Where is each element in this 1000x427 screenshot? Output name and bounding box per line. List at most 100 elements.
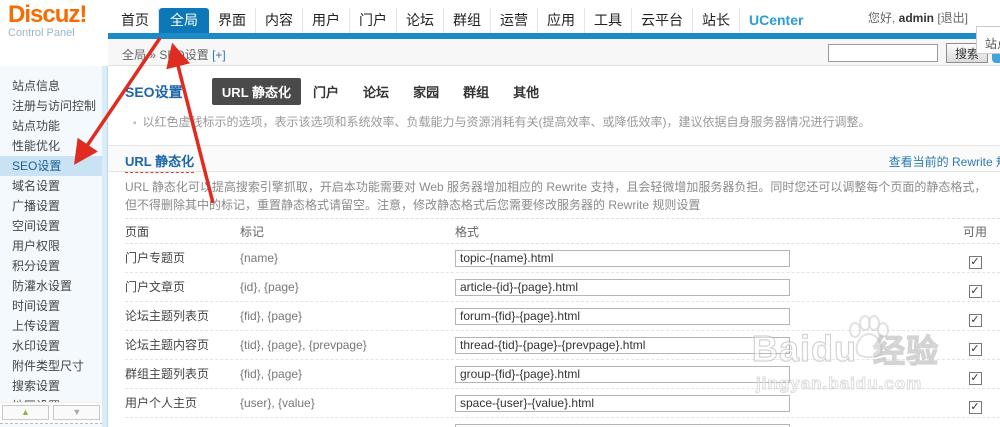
tab-家园[interactable]: 家园 [401, 78, 451, 105]
section-title: URL 静态化 [125, 151, 195, 173]
sidebar-item-空间设置[interactable]: 空间设置 [0, 216, 103, 236]
format-input[interactable] [455, 394, 790, 412]
sidebar-item-域名设置[interactable]: 域名设置 [0, 176, 103, 196]
tags-label: {name} [240, 251, 279, 265]
breadcrumb-expand-link[interactable]: [+] [212, 48, 226, 62]
table-row-partial [125, 418, 1000, 427]
scroll-down-button[interactable]: ▼ [53, 405, 101, 420]
sidebar-item-搜索设置[interactable]: 搜索设置 [0, 376, 103, 396]
topnav-item-站长[interactable]: 站长 [693, 8, 740, 33]
tags-label: {tid}, {page}, {prevpage} [240, 338, 367, 352]
topnav-item-UCenter[interactable]: UCenter [740, 8, 812, 33]
page-label: 论坛主题列表页 [125, 309, 210, 323]
tags-label: {fid}, {page} [240, 367, 303, 381]
format-input[interactable] [455, 249, 790, 267]
sidebar-item-注册与访问控制[interactable]: 注册与访问控制 [0, 96, 103, 116]
sidebar-item-广播设置[interactable]: 广播设置 [0, 196, 103, 216]
sidebar-item-站点功能[interactable]: 站点功能 [0, 116, 103, 136]
table-row: 群组主题列表页 {fid}, {page} ✓ [125, 360, 1000, 389]
logout-link[interactable]: [退出] [937, 11, 968, 25]
tab-群组[interactable]: 群组 [451, 78, 501, 105]
breadcrumb-page: SEO设置 [159, 48, 209, 62]
table-row: 论坛主题内容页 {tid}, {page}, {prevpage} ✓ [125, 331, 1000, 360]
bullet-icon: ▪ [133, 118, 137, 129]
sidebar-pager: ▲ ▼ [0, 402, 103, 424]
topnav-item-云平台[interactable]: 云平台 [632, 8, 693, 33]
sidebar-item-用户权限[interactable]: 用户权限 [0, 236, 103, 256]
topnav-item-工具[interactable]: 工具 [585, 8, 632, 33]
page-label: 用户个人主页 [125, 396, 198, 410]
sidebar-item-性能优化[interactable]: 性能优化 [0, 136, 103, 156]
format-input[interactable] [455, 336, 790, 354]
page-label: 门户专题页 [125, 251, 186, 265]
enabled-checkbox[interactable]: ✓ [968, 256, 982, 269]
topnav-item-内容[interactable]: 内容 [256, 8, 303, 33]
tab-论坛[interactable]: 论坛 [351, 78, 401, 105]
page-label: 群组主题列表页 [125, 367, 210, 381]
enabled-checkbox[interactable]: ✓ [968, 372, 982, 385]
up-arrow-icon: ▲ [21, 407, 30, 417]
table-row: 门户文章页 {id}, {page} ✓ [125, 273, 1000, 302]
tab-URL 静态化[interactable]: URL 静态化 [211, 78, 302, 105]
tags-label: {id}, {page} [240, 280, 299, 294]
greeting-label: 您好, [867, 11, 896, 25]
sidebar-item-上传设置[interactable]: 上传设置 [0, 316, 103, 336]
format-input-partial[interactable] [455, 423, 790, 427]
top-navigation: 首页 全局 界面 内容 用户 门户 论坛 群组 运营 应用 工具 云平台 站长 UCenter [112, 8, 812, 39]
tab-门户[interactable]: 门户 [301, 78, 351, 105]
seo-tabs: URL 静态化 门户 论坛 家园 群组 其他 [211, 78, 551, 105]
format-input[interactable] [455, 307, 790, 325]
table-row: 用户个人主页 {user}, {value} ✓ [125, 389, 1000, 418]
sidebar-item-SEO设置[interactable]: SEO设置 [0, 156, 103, 176]
breadcrumb-row: 全局 » SEO设置 [+] 搜索 » [108, 39, 1000, 66]
down-arrow-icon: ▼ [72, 407, 82, 417]
tags-label: {user}, {value} [240, 396, 315, 410]
enabled-checkbox[interactable]: ✓ [968, 343, 982, 356]
sidebar-item-站点信息[interactable]: 站点信息 [0, 76, 103, 96]
sidebar-item-附件类型尺寸[interactable]: 附件类型尺寸 [0, 356, 103, 376]
topnav-item-群组[interactable]: 群组 [444, 8, 491, 33]
hint-note-text: 以红色虚线标示的选项，表示该选项和系统效率、负载能力与资源消耗有关(提高效率、或… [142, 115, 871, 129]
page-title: SEO设置 [125, 83, 183, 100]
sidebar-item-水印设置[interactable]: 水印设置 [0, 336, 103, 356]
table-row: 门户专题页 {name} ✓ [125, 244, 1000, 273]
sidebar-item-时间设置[interactable]: 时间设置 [0, 296, 103, 316]
tags-label: {fid}, {page} [240, 309, 303, 323]
breadcrumb-separator: » [149, 48, 157, 62]
table-row: 论坛主题列表页 {fid}, {page} ✓ [125, 302, 1000, 331]
sidebar: 站点信息 注册与访问控制 站点功能 性能优化 SEO设置 域名设置 广播设置 空间设置 用户权限… [0, 66, 108, 427]
topnav-item-界面[interactable]: 界面 [209, 8, 256, 33]
topnav-item-运营[interactable]: 运营 [491, 8, 538, 33]
enabled-checkbox[interactable]: ✓ [968, 314, 982, 327]
topnav-item-论坛[interactable]: 论坛 [397, 8, 444, 33]
header: Discuz! Control Panel 首页 全局 界面 内容 用户 门户 论坛 群组 运营… [0, 0, 1000, 54]
col-header-page: 页面 [125, 225, 150, 239]
col-header-format: 格式 [455, 225, 480, 239]
enabled-checkbox[interactable]: ✓ [968, 285, 982, 298]
logo-subtitle: Control Panel [8, 27, 75, 39]
format-input[interactable] [455, 365, 790, 383]
breadcrumb-section[interactable]: 全局 [122, 48, 146, 62]
enabled-checkbox[interactable]: ✓ [968, 401, 982, 414]
admin-search-input[interactable] [828, 44, 938, 62]
sidebar-item-防灌水设置[interactable]: 防灌水设置 [0, 276, 103, 296]
main-panel: SEO设置 URL 静态化 门户 论坛 家园 群组 其他 ▪ 以红色虚线标示的选项，表示该选… [108, 66, 1000, 427]
main-header: SEO设置 URL 静态化 门户 论坛 家园 群组 其他 [125, 78, 551, 105]
topnav-item-应用[interactable]: 应用 [538, 8, 585, 33]
topnav-item-首页[interactable]: 首页 [112, 8, 159, 33]
discuz-logo: Discuz! Control Panel [8, 1, 108, 40]
view-rewrite-rules-link[interactable]: 查看当前的 Rewrite 规则 [889, 153, 1000, 170]
scroll-up-button[interactable]: ▲ [2, 405, 49, 420]
section-header: URL 静态化 查看当前的 Rewrite 规则 [108, 145, 1000, 173]
topnav-item-用户[interactable]: 用户 [303, 8, 350, 33]
table-header-row: 页面 标记 格式 可用 [125, 218, 1000, 244]
user-bar: 您好, admin [退出] [868, 9, 968, 26]
site-corner-button[interactable]: 站点 [976, 26, 1000, 54]
discuz-admin-page: { "colors": { "brand_orange": "#f76b00",… [0, 0, 1000, 427]
tab-其他[interactable]: 其他 [501, 78, 551, 105]
logo-title: Discuz! [8, 1, 87, 28]
sidebar-item-积分设置[interactable]: 积分设置 [0, 256, 103, 276]
format-input[interactable] [455, 278, 790, 296]
section-description: URL 静态化可以提高搜索引擎抓取，开启本功能需要对 Web 服务器增加相应的 … [125, 180, 987, 212]
topnav-item-门户[interactable]: 门户 [350, 8, 397, 33]
